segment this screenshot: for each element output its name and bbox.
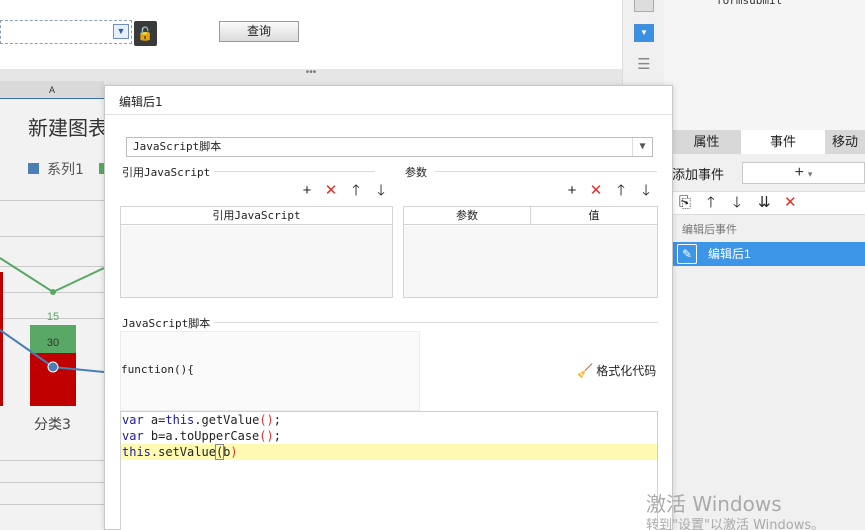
data-label-30: 30 (47, 337, 59, 349)
splitter-handle[interactable]: ••• (0, 68, 622, 81)
code-editor[interactable]: var a=this.getValue(); var b=a.toUpperCa… (120, 411, 658, 530)
arrow-down-icon[interactable]: 🡓 (638, 183, 654, 199)
tab-mobile[interactable]: 移动 (825, 130, 865, 154)
widget-toolbar: ▼ ☰ (622, 0, 664, 96)
legend-label-series1: 系列1 (47, 162, 84, 178)
data-label-15: 15 (47, 311, 59, 323)
event-list-item[interactable]: ✎ 编辑后1 (672, 242, 865, 266)
table-header: 参数 (404, 207, 530, 225)
divider (435, 171, 657, 172)
panel-tabs: 属性 事件 移动 (672, 130, 865, 154)
tab-events[interactable]: 事件 (741, 130, 825, 154)
column-header-value: 值 (588, 209, 600, 222)
event-editor-dialog: 编辑后1 JavaScript脚本 ▼ 引用JavaScript + ✕ 🡑 🡓… (104, 85, 673, 530)
arrow-up-icon[interactable]: 🡑 (613, 183, 629, 199)
grid-line (0, 460, 104, 461)
brush-icon: 🧹 (577, 364, 594, 379)
combobox-tool-icon[interactable]: ▼ (634, 24, 654, 42)
chevron-down-icon: ▾ (807, 169, 813, 179)
arrow-down-icon[interactable]: 🡓 (373, 183, 389, 199)
widget-tool-icon[interactable] (634, 0, 654, 12)
list-tool-icon[interactable]: ☰ (634, 56, 654, 74)
code-token: var (122, 429, 144, 443)
code-line[interactable]: var a=this.getValue(); (121, 412, 657, 428)
legend-swatch-series1 (28, 163, 39, 174)
chart-title: 新建图表 (28, 116, 108, 140)
delete-icon[interactable]: ✕ (588, 183, 604, 199)
widget-tree (664, 0, 865, 130)
table-body[interactable] (121, 226, 392, 297)
arrow-up-icon[interactable]: 🡑 (348, 183, 364, 199)
code-token: var (122, 413, 144, 427)
table-header: 值 (530, 207, 657, 225)
ref-js-group-label: 引用JavaScript (122, 164, 215, 180)
table-header: 引用JavaScript (121, 207, 392, 225)
params-table: 参数 值 (403, 206, 658, 298)
copy-icon[interactable]: ⎘ (679, 194, 691, 212)
code-token: this (122, 445, 151, 459)
lock-icon[interactable]: 🔓 (134, 21, 157, 46)
add-event-dropdown[interactable]: + ▾ (742, 162, 865, 184)
event-toolbar: ⎘ 🡑 🡓 ⇊ ✕ (672, 191, 865, 215)
add-icon[interactable]: + (299, 183, 315, 199)
tree-item-formsubmit[interactable]: formsubmit (716, 0, 782, 7)
column-header-ref-js: 引用JavaScript (212, 209, 301, 222)
code-token: b=a.toUpperCase (143, 429, 260, 443)
tab-attributes[interactable]: 属性 (672, 130, 741, 154)
arrow-down-icon[interactable]: 🡓 (733, 194, 741, 212)
add-icon[interactable]: + (564, 183, 580, 199)
code-token: .setValue (150, 445, 216, 459)
query-button[interactable]: 查询 (219, 21, 299, 42)
script-type-value: JavaScript脚本 (133, 140, 222, 153)
ref-js-table: 引用JavaScript (120, 206, 393, 298)
function-header: function(){ (121, 363, 194, 376)
divider (105, 114, 672, 115)
code-token: ; (273, 413, 281, 427)
bar-series1 (30, 353, 76, 406)
code-token: () (259, 429, 274, 443)
dialog-title: 编辑后1 (119, 95, 163, 109)
code-token: .getValue (194, 413, 260, 427)
series2-line (0, 257, 104, 294)
params-group-label: 参数 (405, 164, 431, 180)
activation-watermark-hint: 转到"设置"以激活 Windows。 (646, 518, 825, 530)
combo-widget[interactable]: ▼ (0, 20, 132, 44)
code-token: this (165, 413, 195, 427)
plus-icon: + (794, 164, 804, 181)
table-body[interactable] (404, 226, 657, 297)
series2-point (50, 289, 56, 295)
category-label: 分类3 (34, 417, 71, 433)
chart-plot: 15 30 (0, 257, 104, 406)
bar-partial (0, 272, 3, 406)
grid-line (0, 482, 104, 483)
code-token: () (259, 413, 274, 427)
divider (209, 322, 658, 323)
column-header-param: 参数 (456, 209, 478, 222)
code-token: a= (143, 413, 166, 427)
event-item-label: 编辑后1 (708, 247, 751, 261)
delete-icon[interactable]: ✕ (784, 194, 797, 212)
divider (199, 171, 375, 172)
chevron-down-icon[interactable]: ▼ (632, 138, 652, 156)
format-code-label: 格式化代码 (596, 364, 657, 378)
edit-pencil-icon: ✎ (677, 244, 697, 264)
activation-watermark: 激活 Windows (646, 492, 782, 516)
series1-point (47, 361, 59, 373)
grid-line (0, 504, 104, 505)
code-line[interactable]: var b=a.toUpperCase(); (121, 428, 657, 444)
add-event-label: 添加事件 (672, 167, 725, 182)
code-line-current[interactable]: this.setValue(b) (121, 444, 657, 460)
event-group-label: 编辑后事件 (682, 224, 737, 236)
script-type-select[interactable]: JavaScript脚本 ▼ (126, 137, 653, 157)
arrow-up-icon[interactable]: 🡑 (707, 194, 715, 212)
delete-icon[interactable]: ✕ (323, 183, 339, 199)
dropdown-arrow-icon[interactable]: ▼ (113, 24, 129, 39)
code-token: ) (230, 445, 238, 459)
column-header: A (0, 81, 104, 99)
move-bottom-icon[interactable]: ⇊ (758, 194, 771, 212)
format-code-button[interactable]: 🧹 格式化代码 (577, 362, 656, 379)
script-group-label: JavaScript脚本 (122, 315, 215, 331)
code-token: ; (273, 429, 281, 443)
